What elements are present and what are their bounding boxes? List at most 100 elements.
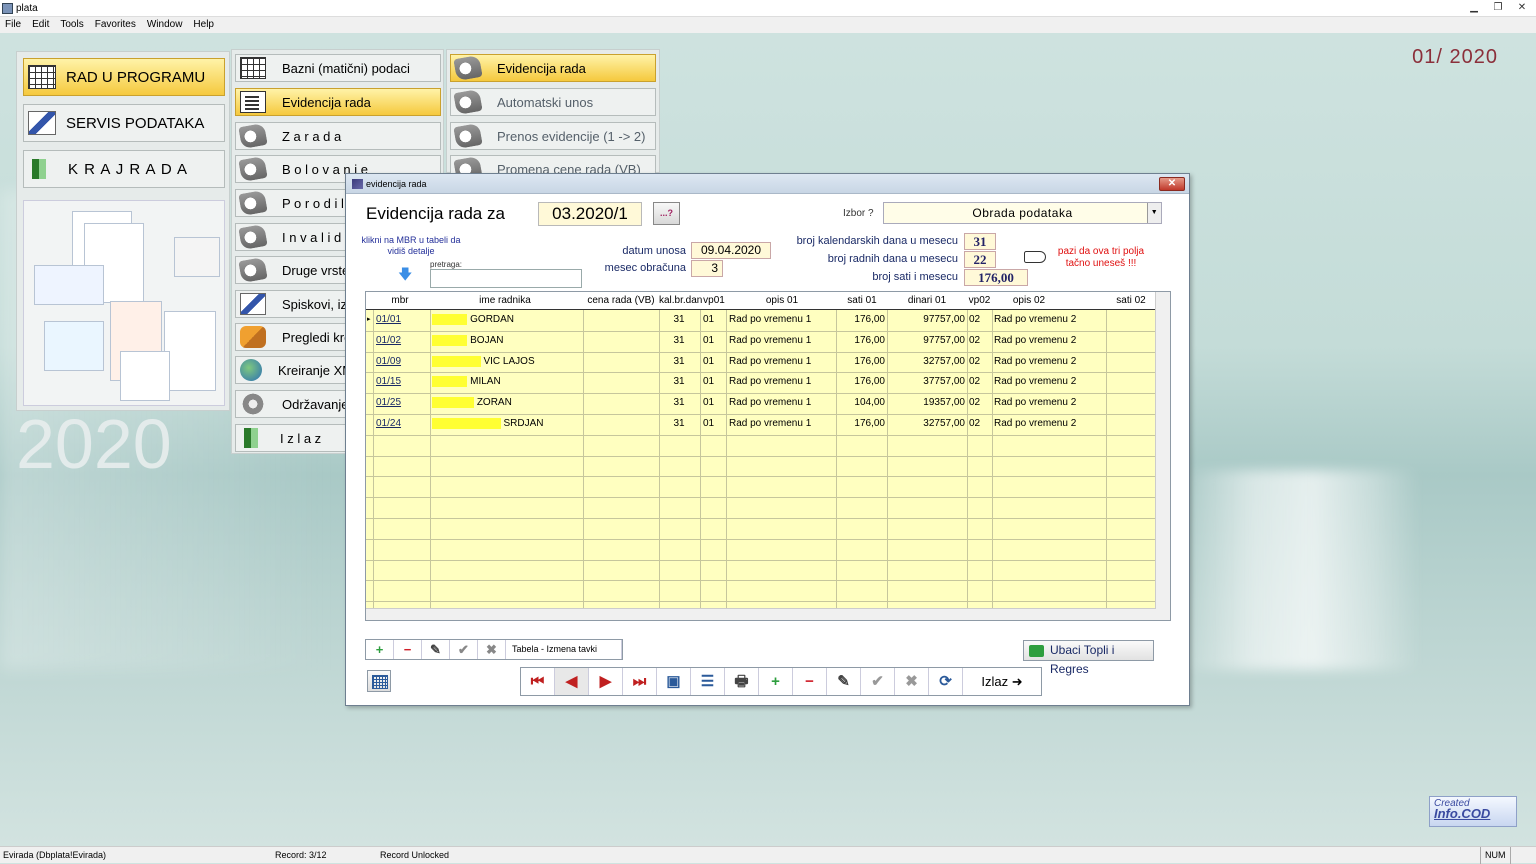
pen-icon — [240, 293, 266, 315]
documents-illustration — [23, 200, 225, 406]
cell-mbr[interactable]: 01/09 — [376, 352, 428, 372]
datum-unosa-field[interactable]: 09.04.2020 — [691, 242, 771, 259]
cell-employee-name: XXXXX MILAN — [432, 372, 582, 392]
table-cancel-button[interactable]: ✖ — [478, 640, 506, 659]
maximize-button[interactable]: ❐ — [1486, 0, 1510, 15]
col-cena-rada[interactable]: cena rada (VB) — [584, 295, 658, 306]
cell-vp02: 02 — [969, 314, 981, 325]
grid-line — [366, 497, 1156, 499]
table-vertical-scrollbar[interactable] — [1155, 292, 1170, 620]
close-window-button[interactable]: ✕ — [1510, 0, 1534, 15]
prev-record-button[interactable]: ◀ — [555, 668, 589, 695]
dialog-title: Evidencija rada za — [366, 204, 505, 223]
main-menu-rad-u-programu[interactable]: RAD U PROGRAMU — [23, 58, 225, 96]
col-vp01[interactable]: vp01 — [701, 295, 727, 306]
redacted-surname: XXXXXX — [432, 397, 475, 409]
mesec-obracuna-field[interactable]: 3 — [691, 260, 723, 277]
logo-brand-text: Info.COD — [1434, 806, 1491, 821]
next-record-button[interactable]: ▶ — [589, 668, 623, 695]
col-opis02[interactable]: opis 02 — [992, 295, 1066, 306]
first-record-button[interactable]: ⏮ — [521, 668, 555, 695]
add-record-button[interactable]: + — [759, 668, 793, 695]
period-query-button[interactable]: ...? — [653, 202, 680, 225]
table-confirm-button[interactable]: ✔ — [450, 640, 478, 659]
cell-vp01: 01 — [703, 334, 715, 346]
ubaci-topli-regres-button[interactable]: Ubaci Topli i Regres — [1023, 640, 1154, 676]
table-row[interactable]: 01/09 XXXXXXX VIC LAJOS 31 01 Rad po vremenu… — [366, 352, 1156, 373]
menu-help[interactable]: Help — [193, 17, 214, 33]
izlaz-button[interactable]: Izlaz ➜ — [963, 668, 1041, 695]
cell-sati01: 176,00 — [854, 376, 885, 388]
table-edit-items-button[interactable]: Tabela - Izmena tavki — [506, 640, 622, 659]
table-row[interactable]: 01/25 XXXXXX ZORAN 31 01 Rad po vremenu 1 104… — [366, 393, 1156, 414]
main-menu-kraj-rada[interactable]: K R A J R A D A — [23, 150, 225, 188]
employee-first-name: BOJAN — [470, 334, 504, 346]
edit-record-button[interactable]: ✎ — [827, 668, 861, 695]
izbor-select[interactable]: Obrada podataka ▼ — [883, 202, 1162, 224]
mesec-obracuna-label: mesec obračuna — [604, 262, 686, 274]
col-vp02[interactable]: vp02 — [967, 295, 992, 306]
status-num: NUM — [1480, 847, 1511, 864]
broj-sati-field[interactable]: 176,00 — [964, 269, 1028, 286]
col-kal-br-dan[interactable]: kal.br.dan — [659, 295, 702, 306]
submenu2-automatski-unos[interactable]: Automatski unos — [450, 88, 656, 116]
cell-opis02: Rad po vremenu 2 — [994, 314, 1077, 325]
chevron-down-icon[interactable]: ▼ — [1147, 203, 1161, 223]
menu-edit[interactable]: Edit — [32, 17, 49, 33]
main-menu-servis-podataka[interactable]: SERVIS PODATAKA — [23, 104, 225, 142]
col-opis01[interactable]: opis 01 — [727, 295, 837, 306]
cell-employee-name: XXXXX GORDAN — [432, 310, 582, 330]
cell-din01: 32757,00 — [923, 418, 965, 429]
kalendarski-dani-field[interactable]: 31 — [964, 233, 996, 250]
period-field[interactable]: 03.2020/1 — [538, 202, 642, 226]
record-nav-toolbar: ⏮ ◀ ▶ ⏭ ▣ ☰ 🖶 + − ✎ ✔ ✖ ⟳ Izlaz ➜ — [520, 667, 1042, 696]
col-sati02[interactable]: sati 02 — [1106, 295, 1156, 306]
delete-record-button[interactable]: − — [793, 668, 827, 695]
table-remove-button[interactable]: − — [394, 640, 422, 659]
table-row[interactable]: 01/15 XXXXX MILAN 31 01 Rad po vremenu 1 176,… — [366, 372, 1156, 393]
submenu2-evidencija-rada[interactable]: Evidencija rada — [450, 54, 656, 82]
col-sati01[interactable]: sati 01 — [837, 295, 887, 306]
menu-window[interactable]: Window — [147, 17, 183, 33]
print-button[interactable]: 🖶 — [725, 668, 759, 695]
save-record-button[interactable]: ✔ — [861, 668, 895, 695]
table-edit-button[interactable]: ✎ — [422, 640, 450, 659]
col-dinari01[interactable]: dinari 01 — [887, 295, 967, 306]
radni-dani-field[interactable]: 22 — [964, 251, 996, 268]
col-ime-radnika[interactable]: ime radnika — [430, 295, 580, 306]
refresh-button[interactable]: ⟳ — [929, 668, 963, 695]
cell-employee-name: XXXXXXX VIC LAJOS — [432, 352, 582, 372]
status-lock: Record Unlocked — [380, 850, 450, 860]
minimize-button[interactable]: ▁ — [1462, 0, 1486, 15]
menu-favorites[interactable]: Favorites — [95, 17, 136, 33]
submenu2-prenos-evidencije[interactable]: Prenos evidencije (1 -> 2) — [450, 122, 656, 150]
cell-mbr[interactable]: 01/02 — [376, 331, 428, 351]
dialog-close-button[interactable]: ✕ — [1159, 177, 1185, 191]
cell-mbr[interactable]: 01/25 — [376, 393, 428, 413]
table-add-button[interactable]: + — [366, 640, 394, 659]
menu-file[interactable]: File — [5, 17, 21, 33]
sub-menu-zarada[interactable]: Z a r a d a — [235, 122, 441, 150]
table-row[interactable]: ▸ 01/01 XXXXX GORDAN 31 01 Rad po vremenu 1 17… — [366, 310, 1156, 331]
form-view-button[interactable]: ☰ — [691, 668, 725, 695]
sub-menu-evidencija-rada[interactable]: Evidencija rada — [235, 88, 441, 116]
cell-din01: 97757,00 — [923, 314, 965, 325]
cancel-record-button[interactable]: ✖ — [895, 668, 929, 695]
col-mbr[interactable]: mbr — [374, 295, 426, 306]
cell-mbr[interactable]: 01/01 — [376, 310, 428, 330]
search-input[interactable] — [430, 269, 582, 288]
last-record-button[interactable]: ⏭ — [623, 668, 657, 695]
table-horizontal-scrollbar[interactable] — [366, 608, 1156, 620]
grid-line — [366, 414, 1156, 415]
table-row[interactable]: 01/24 XXXXXXXXXX SRDJAN 31 01 Rad po vremenu… — [366, 414, 1156, 435]
table-row[interactable]: 01/02 XXXXX BOJAN 31 01 Rad po vremenu 1 176,… — [366, 331, 1156, 352]
sub-menu-bazni-podaci[interactable]: Bazni (matični) podaci — [235, 54, 441, 82]
cell-vp01: 01 — [703, 397, 715, 409]
cell-mbr[interactable]: 01/15 — [376, 372, 428, 392]
cell-mbr[interactable]: 01/24 — [376, 414, 428, 434]
calculator-button[interactable] — [367, 670, 391, 692]
preview-button[interactable]: ▣ — [657, 668, 691, 695]
menu-tools[interactable]: Tools — [60, 17, 83, 33]
cell-kal: 31 — [673, 355, 685, 367]
cell-kal: 31 — [673, 334, 685, 346]
